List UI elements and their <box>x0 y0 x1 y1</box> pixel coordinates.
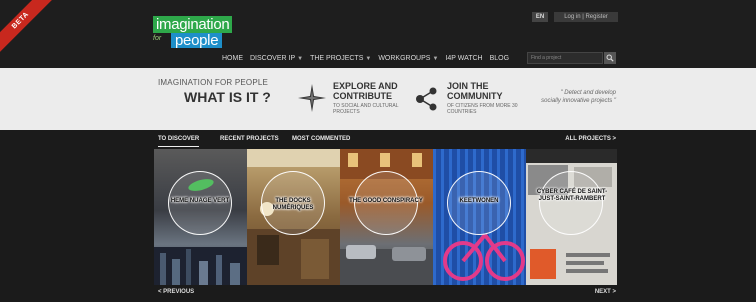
nav-i4p-watch[interactable]: I4P WATCH <box>445 55 482 62</box>
project-card[interactable]: Keetwonen <box>433 149 526 285</box>
nav-home[interactable]: HOME <box>222 55 243 62</box>
nav-i4p-watch-label: I4P WATCH <box>445 54 483 62</box>
project-card[interactable]: Heme nuage vert <box>154 149 247 285</box>
logo-word-for: for <box>153 35 162 42</box>
chevron-down-icon: ▼ <box>365 55 372 62</box>
explore-title[interactable]: EXPLORE AND CONTRIBUTE <box>333 81 423 101</box>
nav-discover-ip[interactable]: DISCOVER IP ▼ <box>250 55 303 62</box>
community-network-icon <box>416 87 437 111</box>
tab-to-discover[interactable]: TO DISCOVER <box>158 136 200 147</box>
carousel-pager: < PREVIOUS NEXT > <box>158 289 616 299</box>
main-nav: HOME DISCOVER IP ▼ THE PROJECTS ▼ WORKGROU… <box>222 52 516 64</box>
tab-recent-projects[interactable]: RECENT PROJECTS <box>220 136 279 142</box>
chevron-down-icon: ▼ <box>432 55 439 62</box>
chevron-down-icon: ▼ <box>297 55 304 62</box>
nav-home-label: HOME <box>222 54 243 62</box>
all-projects-link[interactable]: ALL PROJECTS > <box>565 136 616 142</box>
nav-discover-ip-label: DISCOVER IP <box>250 54 296 62</box>
search-button[interactable] <box>604 52 616 64</box>
project-tabs: TO DISCOVER RECENT PROJECTS MOST COMMENT… <box>158 134 616 147</box>
previous-button[interactable]: < PREVIOUS <box>158 289 194 295</box>
join-subtitle: OF CITIZENS FROM MORE 30 COUNTRIES <box>447 103 518 115</box>
project-card[interactable]: The Docks numériques <box>247 149 340 285</box>
project-title: Keetwonen <box>459 198 499 204</box>
intro-subtitle: IMAGINATION FOR PEOPLE <box>158 78 269 87</box>
language-selector[interactable]: EN <box>532 12 548 22</box>
search-box: Find a project <box>527 52 616 64</box>
project-title: The Docks numériques <box>272 198 314 211</box>
project-carousel: Heme nuage vert The Docks numériques The… <box>154 149 617 285</box>
join-title[interactable]: JOIN THE COMMUNITY <box>447 81 537 101</box>
login-register-link[interactable]: Log in | Register <box>554 12 618 22</box>
compass-star-icon <box>298 84 326 112</box>
nav-the-projects[interactable]: THE PROJECTS ▼ <box>310 55 371 62</box>
project-card[interactable]: Cyber café de Saint-Just-Saint-Rambert <box>526 149 617 285</box>
search-input[interactable]: Find a project <box>527 52 603 64</box>
nav-blog-label: BLOG <box>489 54 510 62</box>
project-card[interactable]: The good conspiracy <box>340 149 433 285</box>
tab-most-commented[interactable]: MOST COMMENTED <box>292 136 350 142</box>
nav-workgroups[interactable]: WORKGROUPS ▼ <box>378 55 438 62</box>
project-title: Cyber café de Saint-Just-Saint-Rambert <box>536 189 608 202</box>
next-button[interactable]: NEXT > <box>595 289 616 295</box>
project-bubble <box>539 171 603 235</box>
logo-word-people: people <box>171 33 223 48</box>
project-title: Heme nuage vert <box>170 198 230 204</box>
tagline: " Detect and develop socially innovative… <box>541 90 616 104</box>
site-logo[interactable]: imagination for people <box>153 16 248 49</box>
nav-workgroups-label: WORKGROUPS <box>378 54 431 62</box>
nav-blog[interactable]: BLOG <box>490 55 509 62</box>
logo-word-imagination: imagination <box>153 16 233 33</box>
explore-subtitle: TO SOCIAL AND CULTURAL PROJECTS <box>333 103 399 115</box>
search-icon <box>606 54 614 62</box>
what-is-it-link[interactable]: WHAT IS IT ? <box>184 89 271 105</box>
project-title: The good conspiracy <box>349 198 423 204</box>
nav-the-projects-label: THE PROJECTS <box>310 54 364 62</box>
